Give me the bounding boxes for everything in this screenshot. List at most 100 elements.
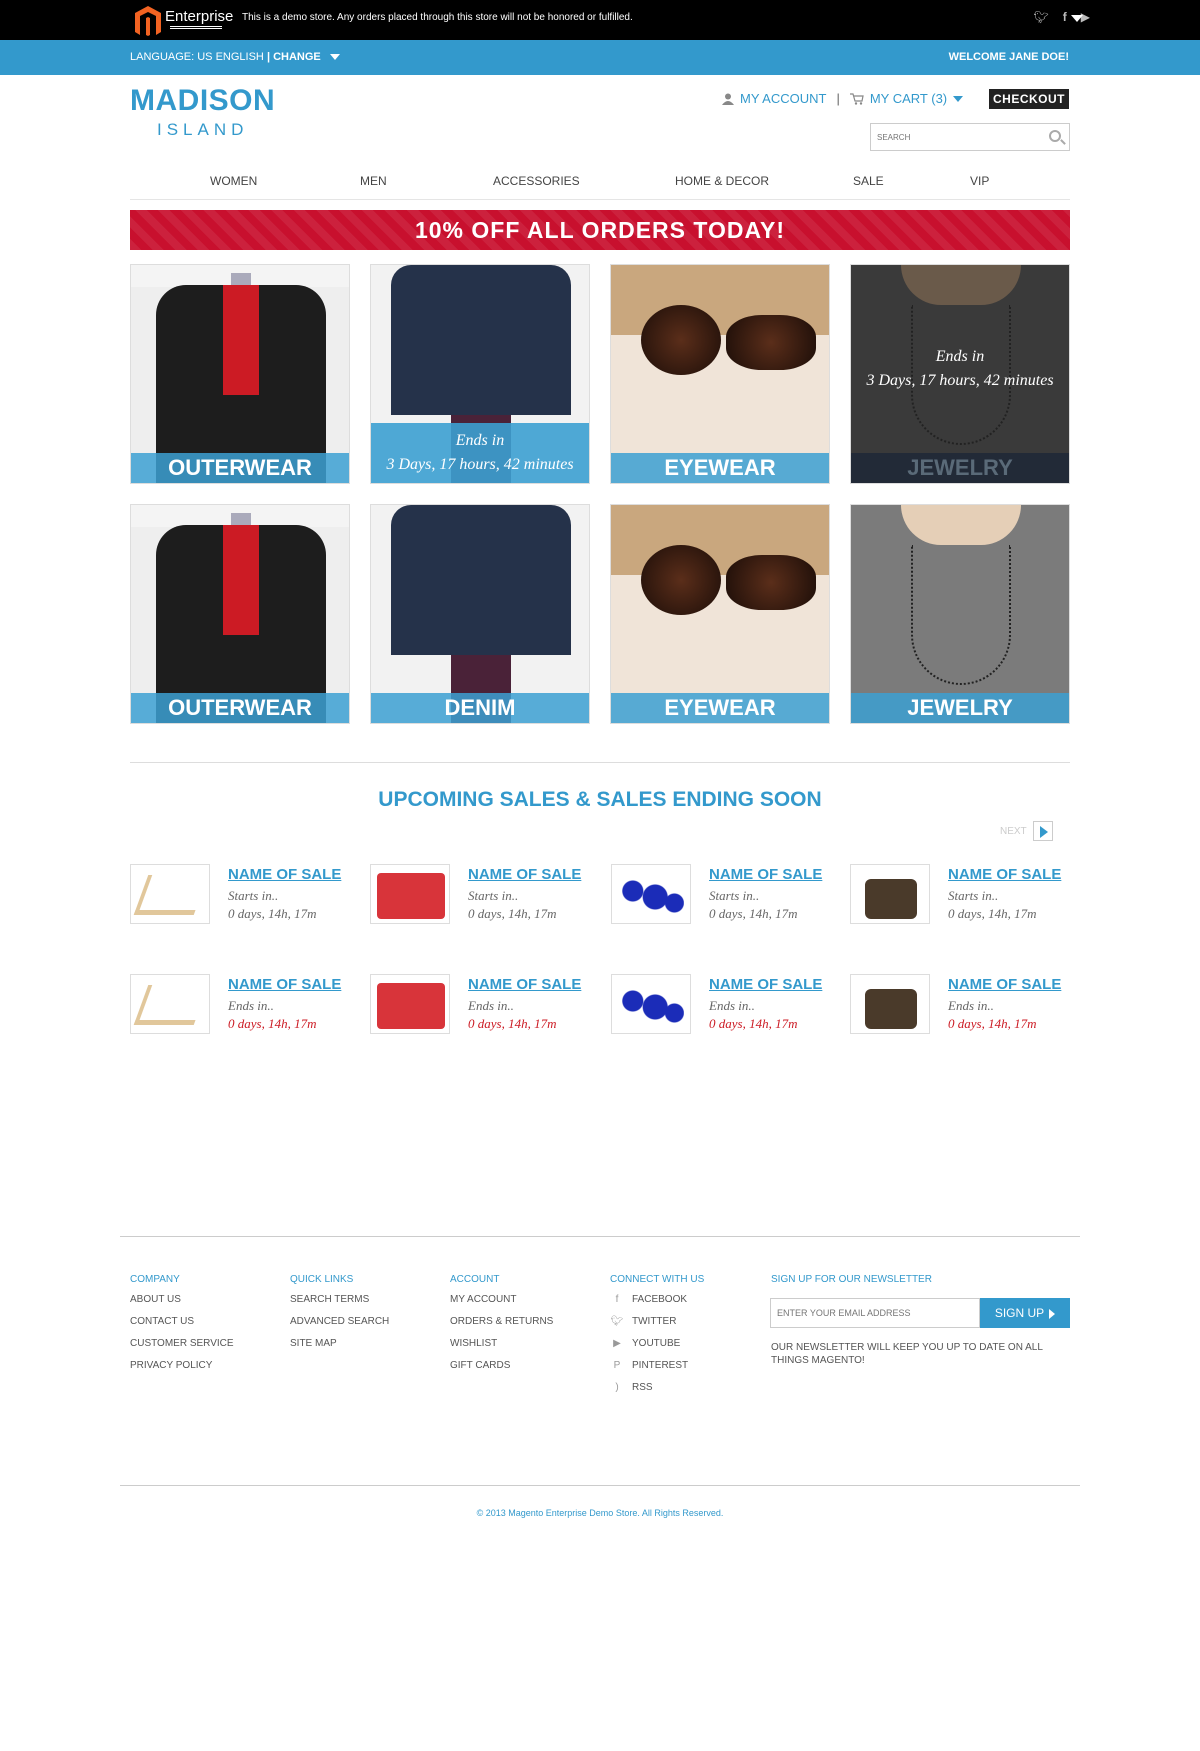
twitter-icon[interactable]: 🐦︎ — [1034, 10, 1049, 24]
coat-image — [131, 265, 349, 483]
chevron-down-icon[interactable] — [953, 95, 964, 102]
chevron-down-icon[interactable] — [1071, 15, 1083, 22]
sale-time: 0 days, 14h, 17m — [709, 1016, 798, 1031]
tile-label: JEWELRY — [851, 693, 1069, 723]
divider: | — [836, 91, 840, 106]
footer-link[interactable]: GIFT CARDS — [450, 1360, 553, 1373]
next-arrow-icon[interactable] — [1032, 821, 1053, 841]
nav-item-sale[interactable]: SALE — [853, 174, 884, 188]
sale-thumbnail[interactable] — [370, 974, 450, 1034]
sale-thumbnail[interactable] — [130, 864, 210, 924]
footer-link[interactable]: PRIVACY POLICY — [130, 1360, 234, 1373]
countdown-label: Ends in — [935, 348, 985, 365]
search-icon[interactable] — [1049, 130, 1061, 142]
category-tile-denim[interactable]: DENIM — [370, 504, 590, 724]
sale-item: NAME OF SALE Ends in.. 0 days, 14h, 17m — [611, 974, 841, 1036]
category-tile-outerwear[interactable]: OUTERWEAR — [130, 264, 350, 484]
category-tile-outerwear[interactable]: OUTERWEAR — [130, 504, 350, 724]
chevron-down-icon[interactable] — [329, 54, 340, 61]
sale-when: Starts in.. — [228, 888, 279, 903]
sale-name-link[interactable]: NAME OF SALE — [709, 866, 822, 883]
denim-jacket-image — [371, 505, 589, 723]
footer-social-link[interactable]: ) RSS — [610, 1382, 704, 1395]
tile-label: JEWELRY — [851, 453, 1069, 483]
category-tile-denim[interactable]: Ends in 3 Days, 17 hours, 42 minutes — [370, 264, 590, 484]
category-tile-eyewear[interactable]: EYEWEAR — [610, 264, 830, 484]
sale-thumbnail[interactable] — [130, 974, 210, 1034]
sale-thumbnail[interactable] — [611, 864, 691, 924]
nav-item-home-decor[interactable]: HOME & DECOR — [675, 174, 769, 188]
footer-link[interactable]: MY ACCOUNT — [450, 1294, 553, 1307]
sale-thumbnail[interactable] — [611, 974, 691, 1034]
footer-heading: SIGN UP FOR OUR NEWSLETTER — [771, 1274, 932, 1285]
rss-icon: ) — [615, 1382, 619, 1393]
sale-item: NAME OF SALE Starts in.. 0 days, 14h, 17… — [850, 864, 1080, 926]
newsletter-email-input[interactable] — [771, 1299, 971, 1327]
newsletter-field — [770, 1298, 980, 1328]
footer-link[interactable]: SEARCH TERMS — [290, 1294, 389, 1307]
sale-name-link[interactable]: NAME OF SALE — [948, 866, 1061, 883]
sale-name-link[interactable]: NAME OF SALE — [228, 866, 341, 883]
footer-social-link[interactable]: ▶ YOUTUBE — [610, 1338, 704, 1351]
sale-time: 0 days, 14h, 17m — [948, 1016, 1037, 1031]
footer-link[interactable]: CUSTOMER SERVICE — [130, 1338, 234, 1351]
sale-name-link[interactable]: NAME OF SALE — [228, 976, 341, 993]
sale-name-link[interactable]: NAME OF SALE — [468, 866, 581, 883]
sale-time: 0 days, 14h, 17m — [228, 1016, 317, 1031]
sale-thumbnail[interactable] — [850, 974, 930, 1034]
footer-heading: QUICK LINKS — [290, 1274, 354, 1285]
facebook-icon[interactable]: f — [1063, 10, 1067, 24]
footer-link[interactable]: SITE MAP — [290, 1338, 389, 1351]
sale-item: NAME OF SALE Starts in.. 0 days, 14h, 17… — [370, 864, 600, 926]
promo-banner[interactable]: 10% OFF ALL ORDERS TODAY! — [130, 210, 1070, 250]
language-label: LANGUAGE: US ENGLISH — [130, 51, 264, 63]
footer-link[interactable]: ABOUT US — [130, 1294, 234, 1307]
divider — [130, 762, 1070, 763]
divider — [120, 1236, 1080, 1237]
footer-social-link[interactable]: 🐦︎ TWITTER — [610, 1316, 704, 1329]
sale-when: Starts in.. — [709, 888, 760, 903]
footer-social-link[interactable]: P PINTEREST — [610, 1360, 704, 1373]
countdown-label: Ends in — [455, 432, 505, 449]
language-change-link[interactable]: | CHANGE — [267, 51, 321, 63]
sale-when: Ends in.. — [709, 998, 755, 1013]
footer-link[interactable]: ORDERS & RETURNS — [450, 1316, 553, 1329]
next-control[interactable]: NEXT — [1000, 821, 1053, 841]
search-input[interactable] — [871, 124, 1031, 150]
footer-link[interactable]: ADVANCED SEARCH — [290, 1316, 389, 1329]
sale-item: NAME OF SALE Ends in.. 0 days, 14h, 17m — [370, 974, 600, 1036]
footer-link[interactable]: CONTACT US — [130, 1316, 234, 1329]
language-switcher[interactable]: LANGUAGE: US ENGLISH | CHANGE — [130, 51, 340, 63]
necklace-image — [851, 505, 1069, 723]
nav-item-accessories[interactable]: ACCESSORIES — [493, 174, 580, 188]
my-account-link[interactable]: MY ACCOUNT — [740, 91, 826, 106]
sale-when: Ends in.. — [948, 998, 994, 1013]
sale-name-link[interactable]: NAME OF SALE — [709, 976, 822, 993]
nav-item-vip[interactable]: VIP — [970, 174, 989, 188]
sale-thumbnail[interactable] — [850, 864, 930, 924]
footer-social-label: TWITTER — [632, 1316, 677, 1327]
footer-link[interactable]: WISHLIST — [450, 1338, 553, 1351]
nav-item-men[interactable]: MEN — [360, 174, 387, 188]
category-tile-jewelry[interactable]: Ends in 3 Days, 17 hours, 42 minutes JEW… — [850, 264, 1070, 484]
my-cart-link[interactable]: MY CART (3) — [870, 91, 947, 106]
category-tile-eyewear[interactable]: EYEWEAR — [610, 504, 830, 724]
sale-name-link[interactable]: NAME OF SALE — [948, 976, 1061, 993]
category-tile-jewelry[interactable]: JEWELRY — [850, 504, 1070, 724]
sale-thumbnail[interactable] — [370, 864, 450, 924]
tile-countdown: Ends in 3 Days, 17 hours, 42 minutes — [371, 423, 589, 483]
footer-social-link[interactable]: f FACEBOOK — [610, 1294, 704, 1307]
tile-label: OUTERWEAR — [131, 453, 349, 483]
sale-when: Ends in.. — [468, 998, 514, 1013]
brand-logo-line1[interactable]: MADISON — [130, 84, 275, 118]
sale-name-link[interactable]: NAME OF SALE — [468, 976, 581, 993]
sale-time: 0 days, 14h, 17m — [228, 906, 317, 921]
sale-time: 0 days, 14h, 17m — [468, 906, 557, 921]
welcome-message: WELCOME JANE DOE! — [948, 51, 1069, 63]
brand-logo-line2[interactable]: ISLAND — [157, 120, 248, 140]
sale-time: 0 days, 14h, 17m — [468, 1016, 557, 1031]
nav-item-women[interactable]: WOMEN — [210, 174, 257, 188]
checkout-button[interactable]: CHECKOUT — [989, 89, 1069, 109]
signup-label: SIGN UP — [994, 1306, 1045, 1320]
newsletter-signup-button[interactable]: SIGN UP — [980, 1298, 1070, 1328]
